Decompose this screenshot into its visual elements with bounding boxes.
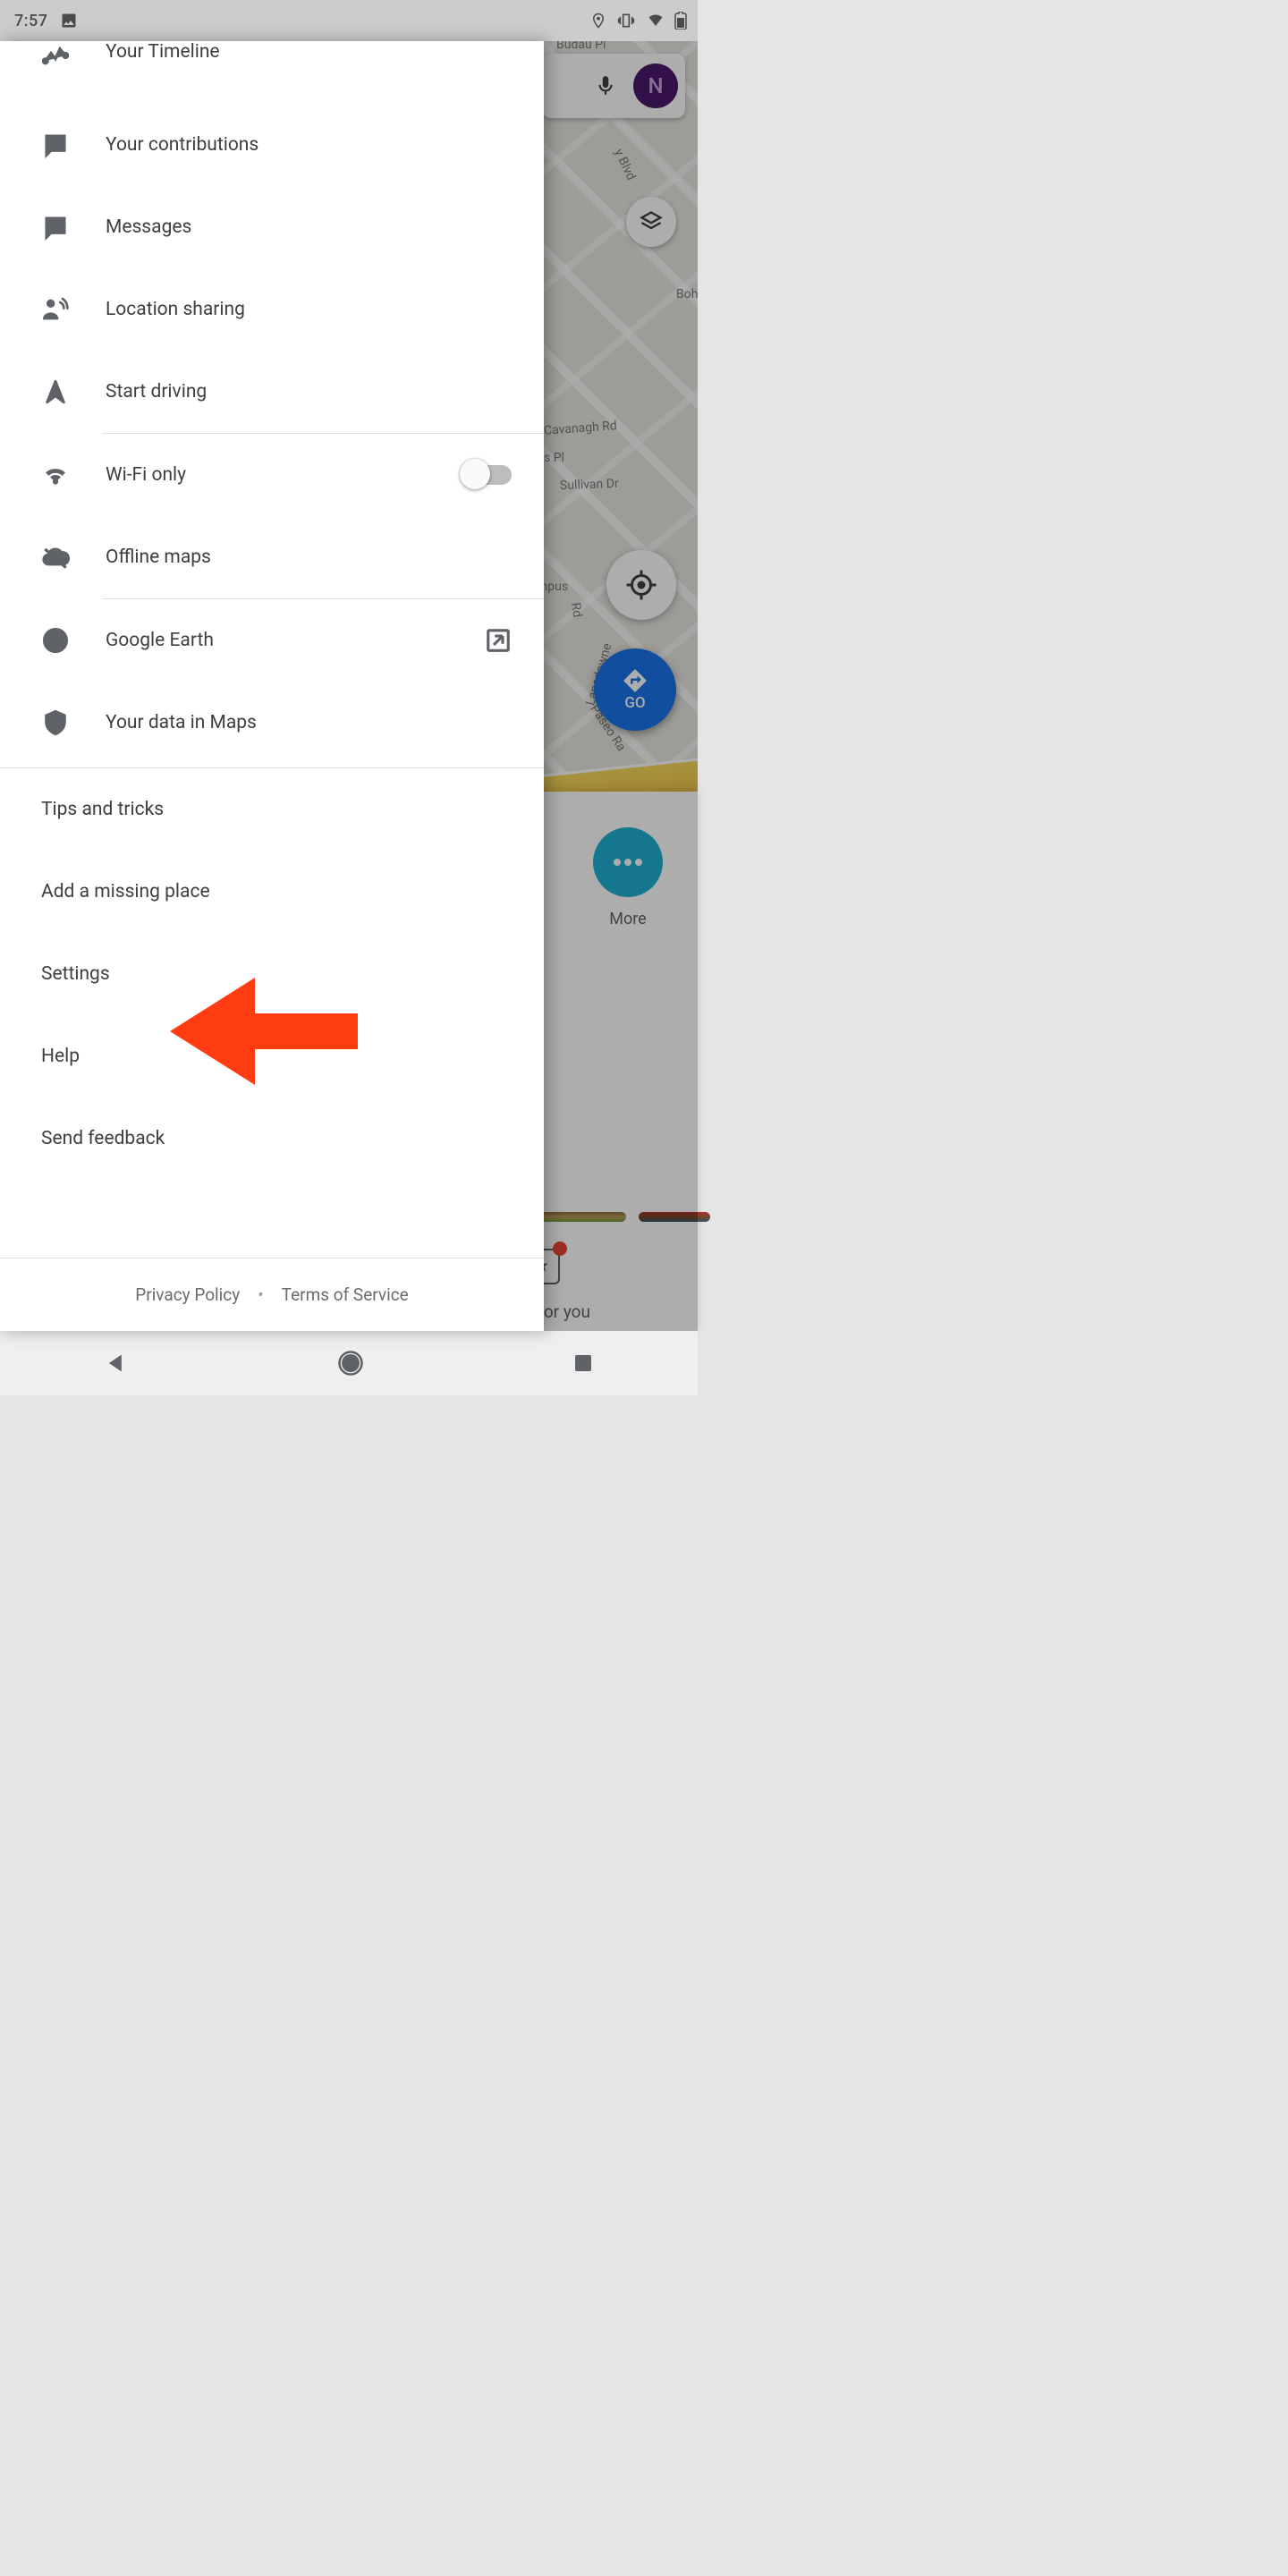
cloud-off-icon: [41, 543, 70, 572]
navigation-icon: [41, 377, 70, 406]
messages-icon: [41, 213, 70, 242]
menu-your-data[interactable]: Your data in Maps: [0, 682, 544, 764]
menu-label: Your Timeline: [106, 41, 220, 63]
menu-google-earth[interactable]: Google Earth: [0, 599, 544, 682]
recents-button[interactable]: [572, 1352, 594, 1374]
earth-icon: [41, 626, 70, 655]
menu-label: Google Earth: [106, 630, 214, 651]
navigation-drawer: Your Timeline Your contributions Message…: [0, 41, 544, 1331]
menu-wifi-only[interactable]: Wi-Fi only: [0, 434, 544, 516]
wifi-icon: [41, 461, 70, 489]
location-pin-icon: [590, 12, 606, 30]
status-time: 7:57: [14, 12, 47, 30]
home-button[interactable]: [337, 1350, 364, 1377]
menu-messages[interactable]: Messages: [0, 186, 544, 268]
menu-label: Your data in Maps: [106, 712, 257, 733]
menu-label: Offline maps: [106, 547, 211, 568]
menu-label: Location sharing: [106, 299, 245, 320]
menu-label: Your contributions: [106, 134, 258, 156]
location-sharing-icon: [41, 295, 70, 324]
contribute-icon: [41, 131, 70, 159]
privacy-shield-icon: [41, 708, 70, 737]
menu-add-place[interactable]: Add a missing place: [0, 851, 544, 933]
menu-contributions[interactable]: Your contributions: [0, 104, 544, 186]
menu-label: Messages: [106, 216, 191, 238]
timeline-icon: [41, 41, 70, 70]
external-link-icon: [485, 627, 512, 654]
battery-icon: [674, 12, 687, 30]
menu-offline-maps[interactable]: Offline maps: [0, 516, 544, 598]
vibrate-icon: [615, 12, 637, 30]
image-icon: [60, 12, 78, 30]
terms-link[interactable]: Terms of Service: [282, 1284, 409, 1305]
menu-send-feedback[interactable]: Send feedback: [0, 1097, 544, 1180]
menu-label: Wi-Fi only: [106, 464, 186, 486]
wifi-icon: [646, 13, 665, 29]
menu-help[interactable]: Help: [0, 1015, 544, 1097]
privacy-link[interactable]: Privacy Policy: [135, 1284, 240, 1305]
android-nav-bar: [0, 1331, 698, 1395]
menu-settings[interactable]: Settings: [0, 933, 544, 1015]
status-bar: 7:57: [0, 0, 698, 41]
wifi-only-toggle[interactable]: [465, 465, 512, 485]
menu-your-timeline[interactable]: Your Timeline: [0, 41, 544, 104]
menu-label: Start driving: [106, 381, 207, 402]
back-button[interactable]: [104, 1351, 129, 1376]
menu-location-sharing[interactable]: Location sharing: [0, 268, 544, 351]
menu-start-driving[interactable]: Start driving: [0, 351, 544, 433]
menu-tips[interactable]: Tips and tricks: [0, 768, 544, 851]
drawer-footer: Privacy Policy • Terms of Service: [0, 1258, 544, 1331]
